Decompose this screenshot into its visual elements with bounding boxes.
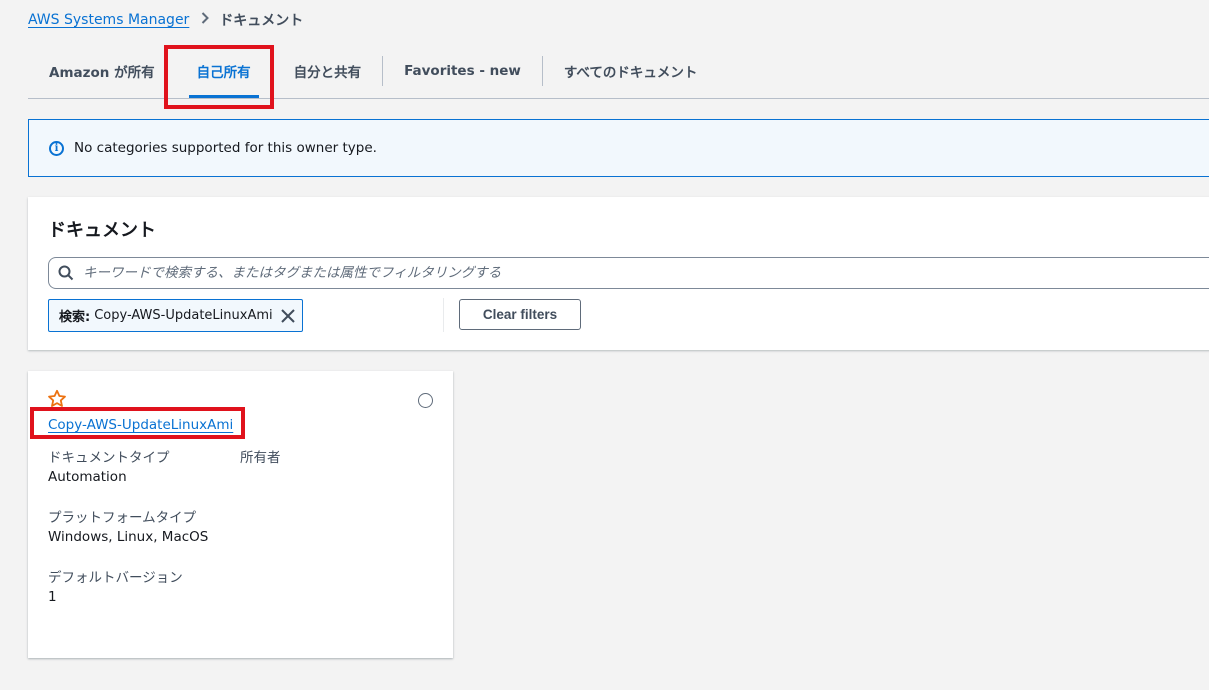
tab-amazon-owned[interactable]: Amazon が所有 [28, 44, 176, 98]
filter-token-value: Copy-AWS-UpdateLinuxAmi [94, 308, 273, 323]
tab-all-documents[interactable]: すべてのドキュメント [543, 44, 719, 98]
tab-favorites[interactable]: Favorites - new [383, 44, 542, 98]
filter-token: 検索: Copy-AWS-UpdateLinuxAmi [48, 299, 303, 332]
info-message: No categories supported for this owner t… [74, 140, 377, 156]
close-icon[interactable] [280, 308, 296, 324]
chevron-right-icon [201, 12, 210, 28]
panel-title: ドキュメント [48, 220, 156, 241]
breadcrumb-link-systems-manager[interactable]: AWS Systems Manager [28, 12, 189, 28]
info-alert: i No categories supported for this owner… [28, 119, 1209, 177]
documents-panel: ドキュメント 検索: Copy-AWS-UpdateLinuxAmi Clear… [28, 197, 1209, 350]
search-box [48, 257, 1209, 289]
clear-filters-button[interactable]: Clear filters [459, 299, 581, 330]
version-value: 1 [48, 589, 57, 605]
annotation-highlight-tab [164, 45, 274, 109]
search-input[interactable] [83, 265, 1209, 281]
select-radio[interactable] [418, 393, 433, 408]
search-icon [58, 265, 74, 281]
annotation-highlight-link [30, 407, 245, 439]
breadcrumb-current: ドキュメント [219, 13, 304, 29]
doc-type-label: ドキュメントタイプ [48, 450, 170, 466]
divider [443, 298, 444, 332]
version-label: デフォルトバージョン [48, 570, 183, 586]
star-icon[interactable] [47, 389, 67, 409]
platform-label: プラットフォームタイプ [48, 510, 197, 526]
filter-token-key: 検索: [59, 310, 91, 325]
platform-value: Windows, Linux, MacOS [48, 529, 209, 545]
info-icon: i [49, 140, 64, 156]
tab-shared-with-me[interactable]: 自分と共有 [273, 44, 383, 98]
breadcrumb: AWS Systems Manager ドキュメント [28, 10, 303, 30]
owner-label: 所有者 [240, 450, 281, 466]
doc-type-value: Automation [48, 469, 127, 485]
